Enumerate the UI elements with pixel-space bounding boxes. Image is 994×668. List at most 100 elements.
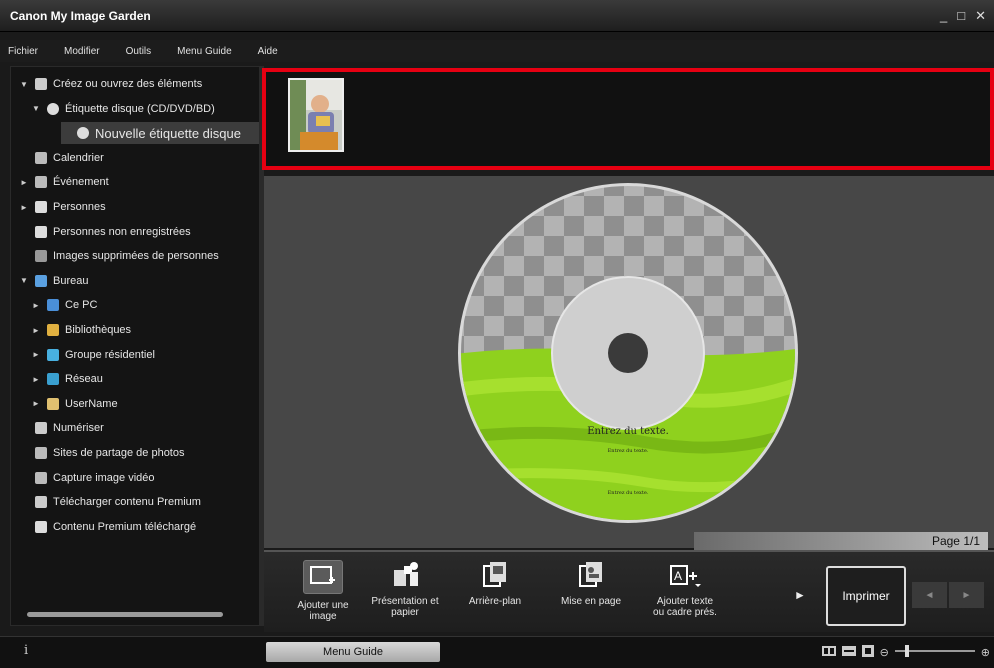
sidebar-item[interactable]: ► Bibliothèques	[31, 319, 131, 341]
sidebar-item[interactable]: ► Groupe résidentiel	[31, 344, 155, 366]
sidebar-item[interactable]: Calendrier	[19, 147, 104, 169]
sidebar-item-label: Personnes non enregistrées	[53, 225, 191, 238]
minimize-button[interactable]: _	[940, 8, 947, 24]
sidebar-item[interactable]: ▼ Créez ou ouvrez des éléments	[19, 73, 202, 95]
sidebar-item-label: Capture image vidéo	[53, 471, 155, 484]
sidebar-item[interactable]: Télécharger contenu Premium	[19, 491, 201, 513]
sidebar-item[interactable]: Nouvelle étiquette disque	[61, 122, 259, 145]
sidebar-item[interactable]: ► Réseau	[31, 368, 103, 390]
disc-icon	[47, 102, 59, 115]
app-title: Canon My Image Garden	[10, 8, 151, 23]
sidebar-item-label: Groupe résidentiel	[65, 348, 155, 361]
zoom-in-icon[interactable]: ⊕	[981, 646, 990, 659]
print-button[interactable]: Imprimer	[826, 566, 906, 626]
sidebar-scrollbar[interactable]	[27, 612, 223, 617]
page-nav: ◄ ►	[912, 582, 984, 608]
image-filmstrip	[262, 68, 994, 170]
window-controls: _ □ ✕	[940, 8, 986, 24]
sidebar-item-label: Nouvelle étiquette disque	[95, 125, 241, 141]
sidebar-item[interactable]: Sites de partage de photos	[19, 442, 184, 464]
zoom-out-icon[interactable]: ⊖	[880, 646, 889, 659]
disc-icon	[77, 127, 89, 140]
page-indicator: Page 1/1	[694, 532, 988, 550]
background-button[interactable]: Arrière-plan	[458, 560, 532, 607]
photo-share-icon	[35, 447, 47, 459]
page-label: Page 1/1	[931, 534, 980, 548]
page-layout-button[interactable]: Mise en page	[554, 560, 628, 607]
info-icon[interactable]: i	[24, 643, 28, 658]
sidebar-item[interactable]: ► Ce PC	[31, 294, 97, 316]
expand-arrow-icon[interactable]: ►	[31, 375, 41, 384]
list-view-icon[interactable]	[841, 646, 856, 659]
sidebar-item-label: Bibliothèques	[65, 324, 132, 336]
sidebar-item[interactable]: ► Personnes	[19, 196, 106, 218]
sidebar-item[interactable]: Contenu Premium téléchargé	[19, 516, 196, 538]
user-folder-icon	[47, 397, 59, 410]
sidebar-item-label: Sites de partage de photos	[53, 447, 185, 459]
person-icon	[35, 225, 47, 238]
filmstrip-view-icon[interactable]	[821, 646, 836, 659]
background-icon	[478, 560, 512, 590]
sidebar-item-label: Contenu Premium téléchargé	[53, 520, 197, 533]
prev-page-button[interactable]: ◄	[912, 582, 947, 608]
calendar-icon	[35, 151, 47, 164]
disc-sub-text[interactable]: Entrez du texte.	[608, 448, 649, 454]
event-icon	[35, 176, 47, 189]
expand-arrow-icon[interactable]: ►	[31, 301, 41, 310]
person-outline-icon	[35, 250, 47, 263]
expand-arrow-icon[interactable]: ▼	[19, 276, 29, 285]
expand-arrow-icon[interactable]: ▼	[19, 80, 29, 89]
desktop-icon	[35, 274, 47, 287]
menu-modifier[interactable]: Modifier	[64, 46, 100, 57]
menu-guide-button[interactable]: Menu Guide	[266, 642, 440, 662]
download-icon	[35, 496, 47, 509]
menu-aide[interactable]: Aide	[258, 46, 278, 57]
disc-bottom-text[interactable]: Entrez du texte.	[608, 490, 649, 496]
expand-arrow-icon[interactable]: ►	[19, 178, 29, 187]
add-text-frame-button[interactable]: A Ajouter texte ou cadre prés.	[648, 560, 722, 618]
close-button[interactable]: ✕	[975, 8, 986, 24]
expand-arrow-icon[interactable]: ►	[31, 326, 41, 335]
sidebar-item-label: UserName	[65, 397, 118, 410]
fit-view-icon[interactable]	[861, 645, 874, 660]
next-page-button[interactable]: ►	[949, 582, 984, 608]
maximize-button[interactable]: □	[957, 8, 965, 24]
title-bar: Canon My Image Garden _ □ ✕	[0, 0, 994, 32]
sidebar-item-label: Réseau	[65, 373, 103, 386]
person-icon	[35, 201, 47, 213]
sidebar-item[interactable]: Numériser	[19, 417, 104, 439]
svg-text:A: A	[674, 569, 682, 583]
expand-arrow-icon[interactable]: ►	[31, 350, 41, 359]
photo-thumbnail[interactable]	[288, 78, 344, 152]
add-image-button[interactable]: Ajouter une image	[286, 560, 360, 622]
sidebar-item[interactable]: Images supprimées de personnes	[19, 245, 219, 267]
add-image-icon	[303, 560, 343, 594]
sidebar-item-label: Personnes	[53, 201, 106, 213]
zoom-slider[interactable]	[894, 645, 975, 660]
sidebar-item[interactable]: ▼ Bureau	[19, 270, 88, 292]
menu-fichier[interactable]: Fichier	[8, 46, 38, 57]
disc-title-text[interactable]: Entrez du texte.	[587, 426, 669, 437]
sidebar-item[interactable]: ► UserName	[31, 393, 118, 415]
view-zoom-controls: ⊖ ⊕	[821, 645, 990, 660]
menu-guide[interactable]: Menu Guide	[177, 46, 231, 57]
sidebar-item[interactable]: ► Événement	[19, 171, 109, 193]
sidebar-item[interactable]: Capture image vidéo	[19, 467, 155, 489]
scan-icon	[35, 422, 47, 435]
network-icon	[47, 373, 59, 386]
layout-paper-icon	[388, 560, 422, 590]
more-tools-arrow-icon[interactable]: ►	[794, 588, 806, 602]
menu-outils[interactable]: Outils	[126, 46, 152, 57]
sidebar-item[interactable]: ▼ Étiquette disque (CD/DVD/BD)	[31, 98, 215, 120]
sidebar-item[interactable]: Personnes non enregistrées	[19, 221, 191, 243]
expand-arrow-icon[interactable]: ▼	[31, 104, 41, 113]
sidebar-item-label: Calendrier	[53, 151, 104, 164]
edit-canvas: Entrez du texte. Entrez du texte. Entrez…	[264, 176, 994, 548]
expand-arrow-icon[interactable]: ►	[31, 399, 41, 408]
sidebar-item-label: Étiquette disque (CD/DVD/BD)	[65, 102, 215, 115]
disc-label-preview[interactable]: Entrez du texte. Entrez du texte. Entrez…	[264, 176, 994, 548]
layout-paper-button[interactable]: Présentation et papier	[368, 560, 442, 618]
arrow-left-icon: ◄	[924, 589, 935, 601]
create-icon	[35, 78, 47, 90]
expand-arrow-icon[interactable]: ►	[19, 203, 29, 212]
